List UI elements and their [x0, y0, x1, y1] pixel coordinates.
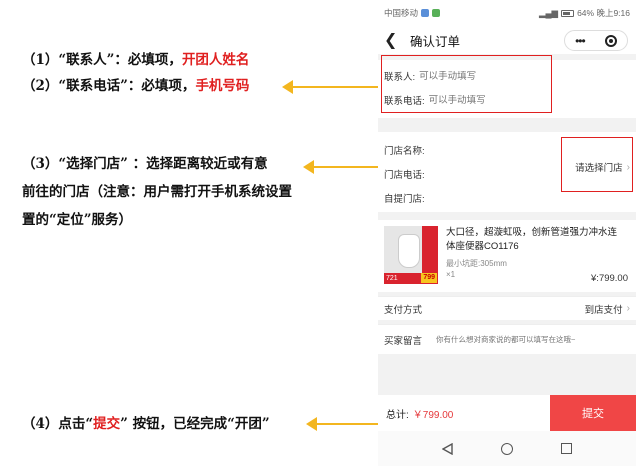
page-title: 确认订单 [410, 34, 461, 49]
instruction-line: （3）“选择门店” ：选择距离较近或有意 [22, 156, 268, 172]
buyer-message-input[interactable] [436, 335, 617, 344]
product-title: 大口径，超漩虹吸，创新管道强力冲水连体座便器CO1176 [446, 227, 618, 252]
instruction-text: （2）“联系电话”：必填项， [22, 78, 196, 94]
product-info: 大口径，超漩虹吸，创新管道强力冲水连体座便器CO1176 最小坑距:305mm … [446, 226, 630, 286]
instruction-submit: （4）点击“提交” 按钮，已经完成“开团” [22, 410, 270, 438]
product-spec: 最小坑距:305mm [446, 259, 507, 268]
instruction-text: （4）点击“ [22, 416, 94, 432]
checkout-bar: 总计: ￥799.00 提交 [378, 395, 636, 431]
payment-value: 到店支付 › [585, 302, 630, 316]
more-options-icon[interactable]: ••• [575, 34, 586, 48]
battery-icon [561, 9, 575, 17]
product-price: ¥:799.00 [591, 273, 628, 284]
instruction-highlight: 提交 [93, 416, 121, 432]
close-target-icon[interactable] [604, 34, 617, 47]
buyer-message-label: 买家留言 [384, 335, 423, 347]
arrow-left-icon [282, 80, 383, 94]
payment-method-row[interactable]: 支付方式 到店支付 › [378, 296, 636, 320]
product-thumbnail: 721 799 [384, 226, 438, 284]
instruction-highlight: 开团人姓名 [181, 52, 250, 68]
store-highlight-box [561, 137, 633, 192]
nav-back-icon[interactable] [442, 442, 453, 455]
total-value: ￥799.00 [412, 409, 454, 421]
app-icon [432, 9, 441, 17]
app-icon [421, 9, 430, 17]
instruction-highlight: 手机号码 [195, 78, 250, 94]
total-label: 总计: [386, 409, 409, 421]
product-item: 721 799 大口径，超漩虹吸，创新管道强力冲水连体座便器CO1176 最小坑… [378, 220, 636, 292]
submit-button[interactable]: 提交 [550, 395, 636, 431]
instruction-line: 前往的门店（注意：用户需打开手机系统设置 [22, 184, 292, 200]
system-nav-bar [378, 431, 636, 466]
payment-label: 支付方式 [384, 304, 423, 316]
instruction-contact-name: （1）“联系人”：必填项，开团人姓名 [22, 46, 249, 74]
back-chevron-icon[interactable]: ❮ [384, 30, 400, 50]
contact-highlight-box [381, 55, 552, 113]
signal-icon: ▂▄▆ [538, 7, 559, 18]
instruction-text: ” 按钮，已经完成“开团” [120, 416, 270, 432]
miniprogram-capsule: ••• [564, 30, 628, 51]
status-bar: 中国移动 ▂▄▆ 64% 晚上9:16 [378, 0, 636, 26]
nav-recent-apps-icon[interactable] [561, 443, 572, 454]
nav-bar: ❮ 确认订单 ••• [378, 26, 636, 54]
instruction-text: （1）“联系人”：必填项， [22, 52, 182, 68]
nav-home-icon[interactable] [501, 442, 513, 455]
carrier-label: 中国移动 [384, 8, 419, 18]
toilet-image [398, 234, 420, 268]
instruction-choose-store: （3）“选择门店” ：选择距离较近或有意 前往的门店（注意：用户需打开手机系统设… [22, 150, 292, 234]
status-time: 64% 晚上9:16 [577, 8, 630, 18]
buyer-message-row: 买家留言 [378, 324, 636, 354]
payment-value-text: 到店支付 [584, 304, 623, 316]
instruction-line: 置的“定位”服务） [22, 212, 133, 228]
chevron-right-icon: › [626, 303, 630, 314]
promo-price-badge: 799 [421, 273, 437, 283]
instruction-contact-phone: （2）“联系电话”：必填项，手机号码 [22, 72, 249, 100]
